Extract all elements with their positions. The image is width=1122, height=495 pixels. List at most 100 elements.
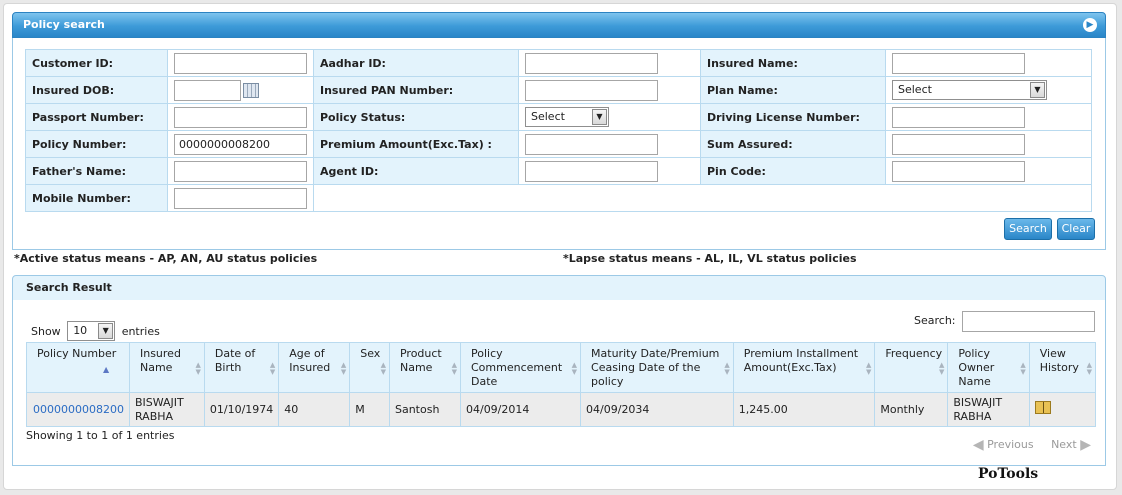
policy-search-title: Policy search <box>23 18 105 31</box>
search-result-header: Search Result <box>12 275 1106 301</box>
dropdown-arrow-icon: ▼ <box>1030 82 1045 98</box>
col-policy-owner-name[interactable]: Policy Owner Name ▲ ▼ <box>947 342 1030 393</box>
plan-name-label: Plan Name: <box>700 76 886 104</box>
insured-dob-input[interactable] <box>174 79 241 101</box>
policy-number-input[interactable]: 0000000008200 <box>174 133 307 155</box>
col-label: Insured Name <box>139 347 181 374</box>
insured-pan-label: Insured PAN Number: <box>313 76 519 104</box>
col-label: Policy Commencement Date <box>470 347 563 388</box>
sort-icon: ▲ ▼ <box>724 361 730 376</box>
policy-status-select[interactable]: Select ▼ <box>525 107 609 127</box>
pin-code-input[interactable] <box>892 160 1025 182</box>
sort-icon: ▲ ▼ <box>938 361 945 376</box>
collapse-arrow-icon[interactable]: ▶ <box>1083 18 1097 32</box>
col-product-name[interactable]: Product Name ▲ ▼ <box>388 342 461 393</box>
entries-label: entries <box>121 325 160 338</box>
search-form: Customer ID: Aadhar ID: Insured Name: In… <box>25 49 1092 212</box>
results-table: Policy Number ▲ Insured Name ▲ ▼ Date of Bi… <box>26 342 1097 427</box>
col-view-history[interactable]: View History ▲ ▼ <box>1028 342 1097 393</box>
col-frequency[interactable]: Frequency ▲ ▼ <box>874 342 949 393</box>
col-commencement-date[interactable]: Policy Commencement Date ▲ ▼ <box>459 342 582 393</box>
page-length-select[interactable]: 10 ▼ <box>67 321 116 341</box>
agent-id-input[interactable] <box>525 160 658 182</box>
aadhar-id-label: Aadhar ID: <box>313 49 519 77</box>
active-status-note: *Active status means - AP, AN, AU status… <box>14 252 318 265</box>
sort-icon: ▲ ▼ <box>571 361 578 376</box>
sum-assured-input[interactable] <box>892 133 1025 155</box>
next-arrow-icon[interactable]: ▶ <box>1080 437 1091 453</box>
policy-search-panel: Customer ID: Aadhar ID: Insured Name: In… <box>12 38 1106 250</box>
passport-number-input[interactable] <box>174 106 307 128</box>
col-maturity-date[interactable]: Maturity Date/Premium Ceasing Date of th… <box>580 342 734 393</box>
clear-button[interactable]: Clear <box>1057 218 1095 240</box>
lapse-status-note: *Lapse status means - AL, IL, VL status … <box>563 252 857 265</box>
fathers-name-label: Father's Name: <box>25 157 168 185</box>
col-date-of-birth[interactable]: Date of Birth ▲ ▼ <box>203 342 280 393</box>
next-button[interactable]: Next <box>1051 438 1077 451</box>
customer-id-input[interactable] <box>174 52 307 74</box>
fathers-name-input[interactable] <box>174 160 307 182</box>
mobile-number-input[interactable] <box>174 187 307 209</box>
premium-cell: 1,245.00 <box>732 392 876 427</box>
col-sex[interactable]: Sex ▲ ▼ <box>349 342 390 393</box>
col-label: Date of Birth <box>214 347 256 374</box>
col-premium-amount[interactable]: Premium Installment Amount(Exc.Tax) ▲ ▼ <box>732 342 876 393</box>
table-row: 0000000008200 BISWAJIT RABHA 01/10/1974 … <box>26 392 1097 427</box>
dropdown-arrow-icon: ▼ <box>592 109 607 125</box>
driving-license-input[interactable] <box>892 106 1025 128</box>
aadhar-id-input[interactable] <box>525 52 658 74</box>
previous-button[interactable]: Previous <box>987 438 1034 451</box>
age-cell: 40 <box>278 392 351 427</box>
sum-assured-label: Sum Assured: <box>700 130 886 158</box>
col-label: Maturity Date/Premium Ceasing Date of th… <box>591 347 720 388</box>
previous-arrow-icon[interactable]: ◀ <box>973 437 984 453</box>
col-policy-number[interactable]: Policy Number ▲ <box>26 342 130 393</box>
sort-icon: ▲ ▼ <box>269 361 276 376</box>
book-icon[interactable] <box>1034 401 1051 414</box>
sort-icon: ▲ ▼ <box>1086 361 1092 376</box>
col-label: Policy Number <box>37 347 117 360</box>
search-button[interactable]: Search <box>1004 218 1052 240</box>
col-label: Age of Insured <box>289 347 331 374</box>
table-info: Showing 1 to 1 of 1 entries <box>26 429 175 442</box>
table-search-input[interactable] <box>962 310 1095 332</box>
dob-cell: 01/10/1974 <box>203 392 280 427</box>
policy-number-label: Policy Number: <box>25 130 168 158</box>
agent-id-label: Agent ID: <box>313 157 519 185</box>
table-search-label: Search: <box>914 314 956 327</box>
insured-name-label: Insured Name: <box>700 49 886 77</box>
policy-status-value: Select <box>531 110 565 123</box>
search-result-panel: Show 10 ▼ entries Search: Policy Number ▲ … <box>12 300 1106 466</box>
insured-name-cell: BISWAJIT RABHA <box>128 392 205 427</box>
commencement-cell: 04/09/2014 <box>459 392 582 427</box>
policy-number-link[interactable]: 0000000008200 <box>33 403 124 416</box>
show-label: Show <box>31 325 61 338</box>
col-label: Product Name <box>399 347 442 374</box>
insured-name-input[interactable] <box>892 52 1025 74</box>
owner-cell: BISWAJIT RABHA <box>947 392 1030 427</box>
insured-pan-input[interactable] <box>525 79 658 101</box>
policy-status-label: Policy Status: <box>313 103 519 131</box>
product-cell: Santosh <box>388 392 461 427</box>
sort-icon: ▲ ▼ <box>380 361 386 376</box>
history-cell <box>1028 392 1097 427</box>
pagination: ◀ Previous Next ▶ <box>973 437 1091 453</box>
plan-name-select[interactable]: Select ▼ <box>892 80 1047 100</box>
col-insured-name[interactable]: Insured Name ▲ ▼ <box>128 342 205 393</box>
customer-id-label: Customer ID: <box>25 49 168 77</box>
page-length-control: Show 10 ▼ entries <box>31 321 160 342</box>
driving-license-label: Driving License Number: <box>700 103 886 131</box>
col-label: Sex <box>360 347 381 360</box>
premium-amount-input[interactable] <box>525 133 658 155</box>
col-label: Frequency <box>885 347 943 360</box>
mobile-number-label: Mobile Number: <box>25 184 168 212</box>
table-search: Search: <box>914 310 1095 332</box>
col-label: Premium Installment Amount(Exc.Tax) <box>743 347 859 374</box>
watermark: PoTools <box>978 466 1039 482</box>
calendar-icon[interactable] <box>243 83 259 98</box>
col-age[interactable]: Age of Insured ▲ ▼ <box>278 342 351 393</box>
sort-asc-icon: ▲ <box>103 365 110 374</box>
col-label: View History <box>1039 347 1079 374</box>
pin-code-label: Pin Code: <box>700 157 886 185</box>
sort-icon: ▲ ▼ <box>1020 361 1026 376</box>
